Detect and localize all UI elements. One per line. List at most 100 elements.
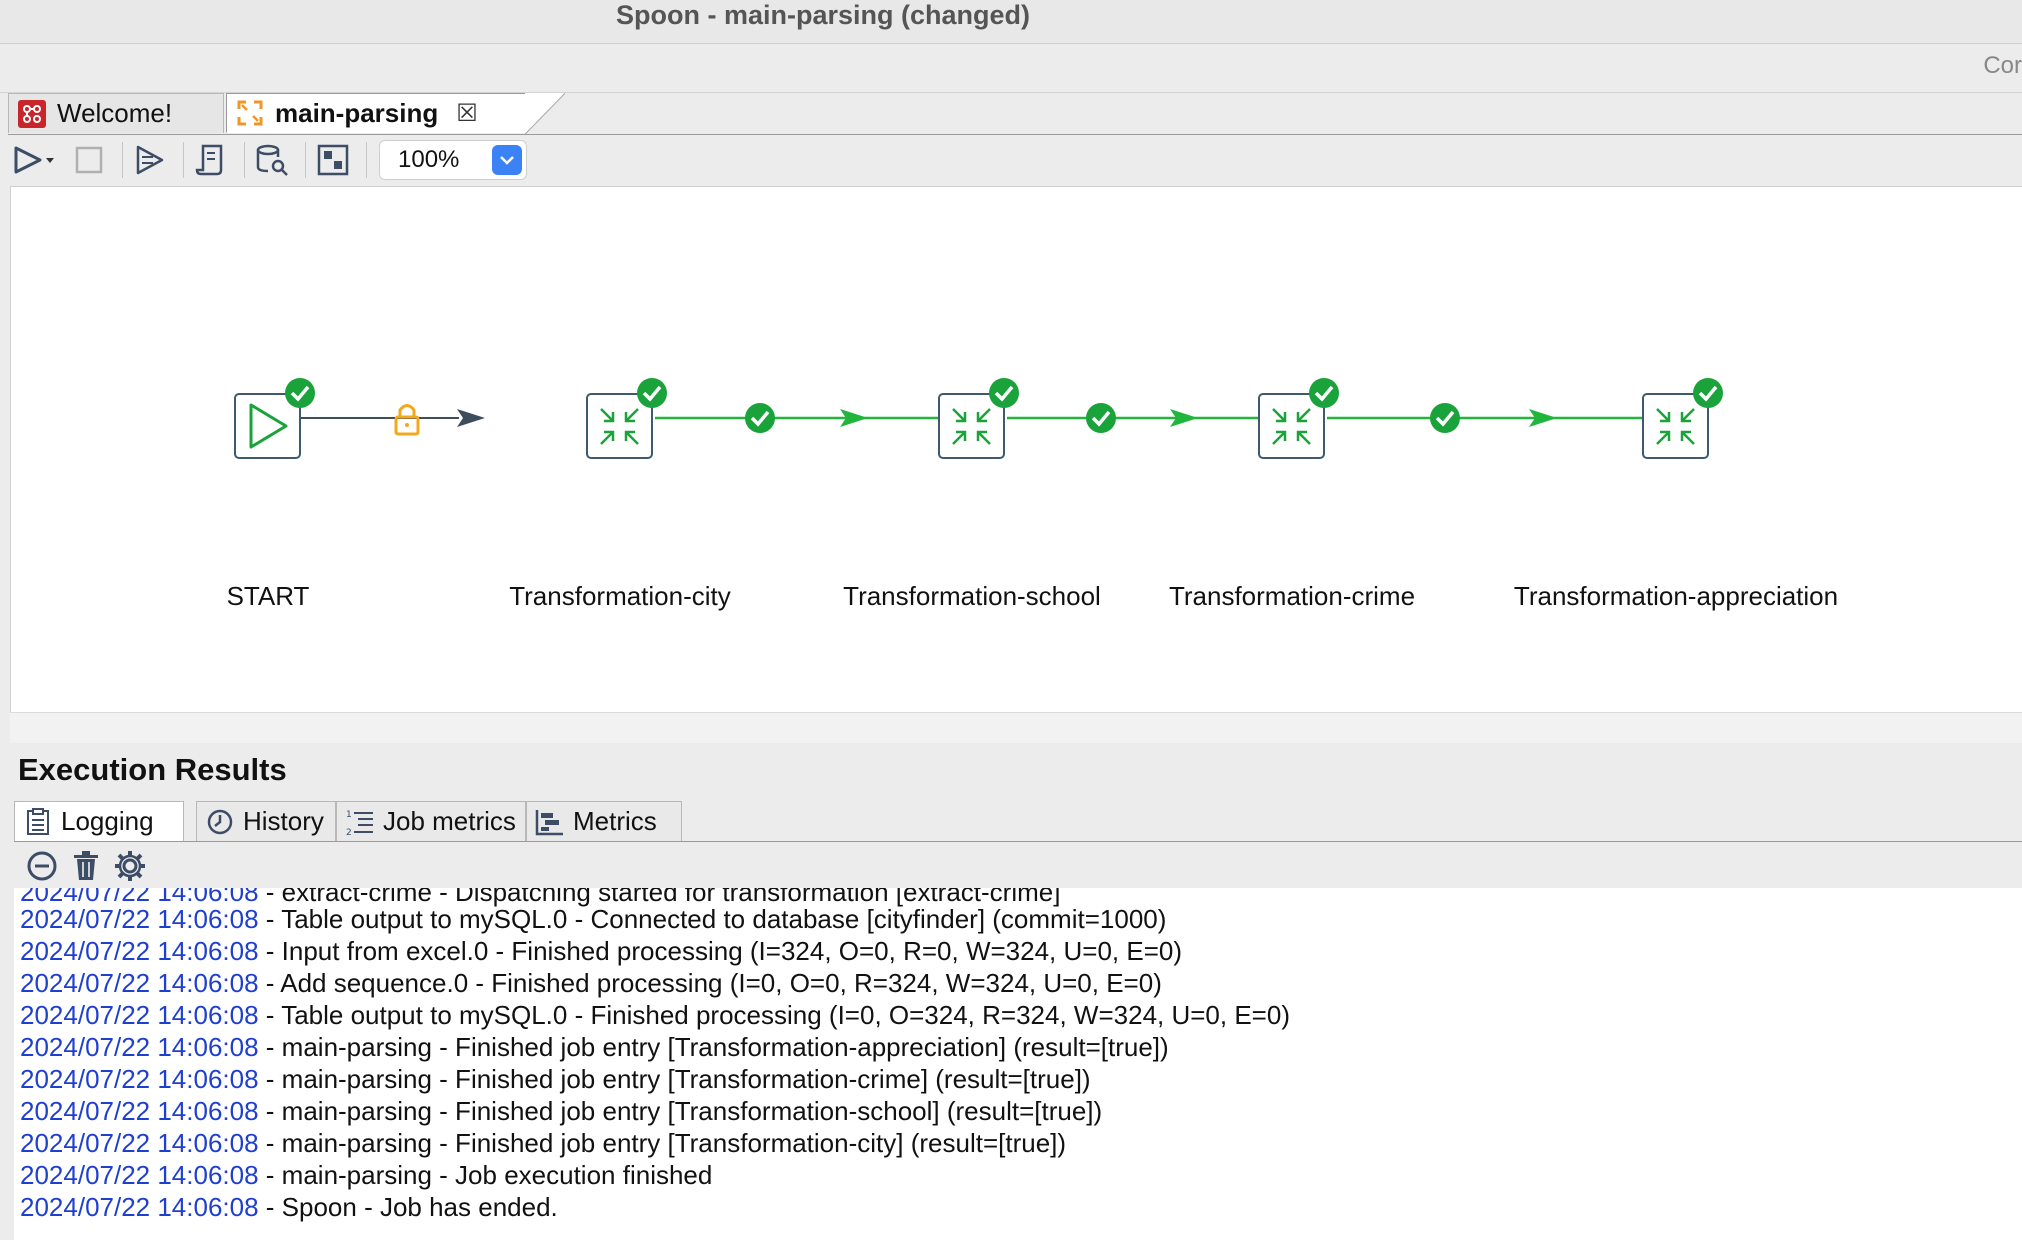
zoom-select[interactable]: 100%	[379, 140, 527, 180]
stop-button[interactable]	[64, 137, 114, 183]
main-toolbar: Cor	[0, 44, 2022, 93]
hop-crime-appreciation[interactable]	[1327, 403, 1645, 433]
log-icon	[23, 807, 53, 837]
pentaho-icon	[17, 99, 47, 129]
delete-log-button[interactable]	[64, 846, 108, 886]
tab-history-label: History	[243, 806, 324, 836]
log-message: - main-parsing - Job execution finished	[258, 1160, 713, 1190]
log-line: 2024/07/22 14:06:08 - main-parsing - Job…	[20, 1159, 712, 1191]
success-badge-icon	[285, 378, 315, 408]
toolbar-separator	[366, 142, 367, 178]
tab-logging[interactable]: Logging	[14, 801, 184, 841]
tab-welcome[interactable]: Welcome!	[8, 93, 224, 133]
log-line: 2024/07/22 14:06:08 - main-parsing - Fin…	[20, 1031, 1169, 1063]
log-message: - Add sequence.0 - Finished processing (…	[258, 968, 1162, 998]
log-message: - main-parsing - Finished job entry [Tra…	[258, 1128, 1067, 1158]
toolbar-separator	[122, 142, 123, 178]
job-icon	[235, 98, 265, 128]
success-badge-icon	[1309, 378, 1339, 408]
log-line: 2024/07/22 14:06:08 - Table output to my…	[20, 903, 1166, 935]
run-icon	[14, 146, 54, 174]
tab-job-metrics[interactable]: 12 Job metrics	[336, 801, 526, 841]
log-message: - Table output to mySQL.0 - Finished pro…	[258, 1000, 1290, 1030]
log-message: - main-parsing - Finished job entry [Tra…	[258, 1096, 1103, 1126]
tab-metrics-label: Metrics	[573, 806, 657, 836]
canvas-toolbar: 100%	[8, 135, 2022, 185]
log-line: 2024/07/22 14:06:08 - Table output to my…	[20, 999, 1290, 1031]
clock-icon	[205, 807, 235, 837]
success-badge-icon	[989, 378, 1019, 408]
gear-icon	[115, 850, 145, 881]
tab-logging-label: Logging	[61, 806, 154, 836]
log-timestamp: 2024/07/22 14:06:08	[20, 1032, 259, 1062]
success-badge-icon	[637, 378, 667, 408]
close-tab-icon[interactable]: ☒	[456, 99, 478, 128]
toolbar-separator	[305, 142, 306, 178]
job-entry-transformation-appreciation[interactable]	[1642, 378, 1723, 459]
tab-history[interactable]: History	[196, 801, 336, 841]
script-icon	[195, 144, 223, 176]
gantt-icon	[535, 807, 565, 837]
tab-metrics[interactable]: Metrics	[526, 801, 682, 841]
explore-button[interactable]	[308, 137, 358, 183]
log-message: - main-parsing - Finished job entry [Tra…	[258, 1032, 1169, 1062]
window-title: Spoon - main-parsing (changed)	[616, 0, 1031, 30]
numbered-list-icon: 12	[345, 807, 375, 837]
perspective-label[interactable]: Cor	[1983, 52, 2022, 80]
log-line: 2024/07/22 14:06:08 - Input from excel.0…	[20, 935, 1182, 967]
log-timestamp: 2024/07/22 14:06:08	[20, 968, 259, 998]
replay-button[interactable]	[125, 137, 175, 183]
log-settings-button[interactable]	[108, 846, 152, 886]
node-label-transformation-crime: Transformation-crime	[1168, 581, 1416, 611]
check-icon	[1086, 403, 1116, 433]
log-line: 2024/07/22 14:06:08 - Spoon - Job has en…	[20, 1191, 558, 1223]
svg-text:2: 2	[346, 828, 352, 837]
tab-main-parsing-label: main-parsing	[275, 97, 439, 128]
chevron-down-icon[interactable]	[492, 145, 522, 175]
node-label-transformation-school: Transformation-school	[843, 581, 1101, 611]
log-message: - Table output to mySQL.0 - Connected to…	[258, 904, 1167, 934]
toolbar-separator	[244, 142, 245, 178]
stop-icon	[75, 146, 103, 174]
replay-icon	[136, 145, 164, 175]
run-button[interactable]	[8, 137, 58, 183]
check-icon	[1430, 403, 1460, 433]
log-line: 2024/07/22 14:06:08 - main-parsing - Fin…	[20, 1063, 1091, 1095]
hop-school-crime[interactable]	[1007, 403, 1261, 433]
log-timestamp: 2024/07/22 14:06:08	[20, 1096, 259, 1126]
tab-welcome-label: Welcome!	[57, 98, 173, 128]
svg-text:1: 1	[346, 810, 352, 820]
log-timestamp: 2024/07/22 14:06:08	[20, 1192, 259, 1222]
success-badge-icon	[1693, 378, 1723, 408]
log-timestamp: 2024/07/22 14:06:08	[20, 1064, 259, 1094]
log-timestamp: 2024/07/22 14:06:08	[20, 1000, 259, 1030]
execution-results-title: Execution Results	[18, 752, 287, 787]
check-icon	[745, 403, 775, 433]
editor-tabbar: Welcome! main-parsing ☒	[8, 93, 2022, 135]
log-timestamp: 2024/07/22 14:06:08	[20, 936, 259, 966]
log-timestamp: 2024/07/22 14:06:08	[20, 1128, 259, 1158]
node-label-start: START	[226, 581, 310, 611]
lock-icon	[394, 404, 420, 436]
minus-circle-icon	[27, 851, 57, 880]
log-output[interactable]: 2024/07/22 14:06:08 - extract-crime - Di…	[14, 888, 2022, 1240]
layout-icon	[317, 144, 349, 176]
log-line: 2024/07/22 14:06:08 - main-parsing - Fin…	[20, 1127, 1066, 1159]
sql-button[interactable]	[247, 137, 297, 183]
job-canvas[interactable]: START Transformation-city Transformation…	[10, 186, 2022, 712]
results-tab-divider	[14, 841, 2022, 842]
database-search-icon	[256, 144, 288, 176]
trash-icon	[74, 850, 98, 880]
log-message: - main-parsing - Finished job entry [Tra…	[258, 1064, 1091, 1094]
log-line: 2024/07/22 14:06:08 - Add sequence.0 - F…	[20, 967, 1162, 999]
clear-log-button[interactable]	[20, 846, 64, 886]
hop-city-school[interactable]	[655, 403, 941, 433]
tab-job-metrics-label: Job metrics	[383, 806, 516, 836]
node-label-transformation-appreciation: Transformation-appreciation	[1513, 581, 1839, 611]
log-message: - Input from excel.0 - Finished processi…	[258, 936, 1183, 966]
check-job-button[interactable]	[186, 137, 236, 183]
log-toolbar	[14, 843, 2022, 888]
window-titlebar: Spoon - main-parsing (changed)	[0, 0, 2022, 44]
tab-main-parsing[interactable]: main-parsing ☒	[226, 93, 565, 134]
canvas-scrollbar[interactable]	[10, 712, 2022, 743]
